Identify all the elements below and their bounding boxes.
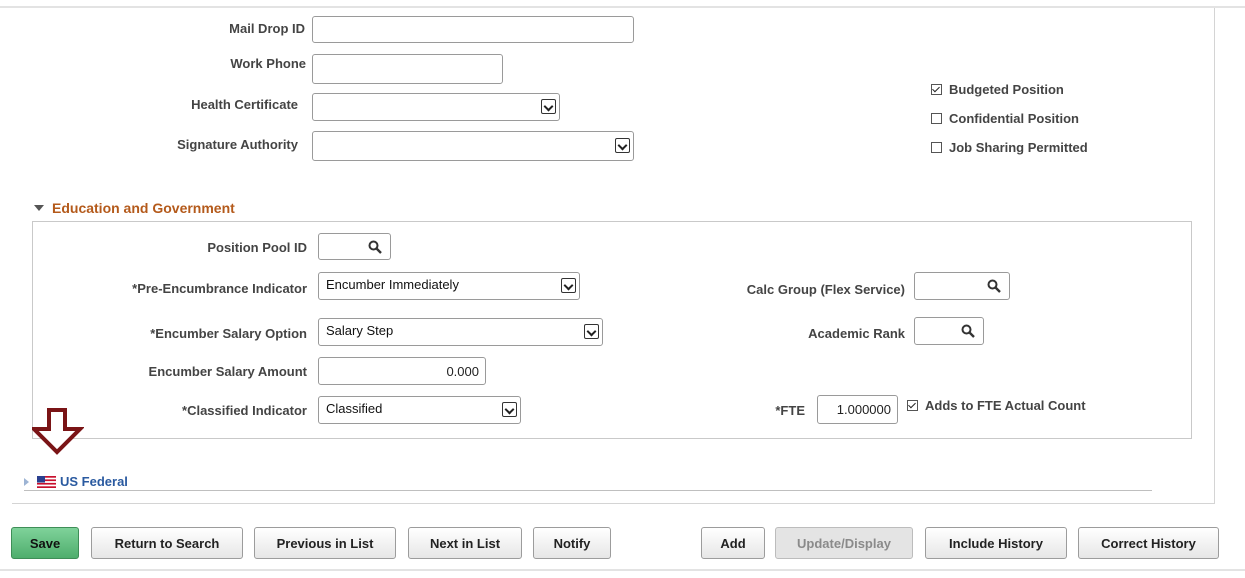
notify-button[interactable]: Notify [533, 527, 611, 559]
encumber-salary-option-label: *Encumber Salary Option [150, 326, 307, 341]
encumber-salary-option-value: Salary Step [326, 323, 394, 338]
save-button[interactable]: Save [11, 527, 79, 559]
adds-to-fte-label: Adds to FTE Actual Count [925, 398, 1086, 413]
include-history-button[interactable]: Include History [925, 527, 1067, 559]
mail-drop-id-label: Mail Drop ID [229, 21, 305, 36]
signature-authority-label: Signature Authority [177, 137, 298, 152]
job-sharing-permitted-label: Job Sharing Permitted [949, 140, 1088, 155]
signature-authority-select[interactable] [312, 131, 634, 161]
encumber-salary-amount-input[interactable] [318, 357, 486, 385]
chevron-down-icon [561, 278, 576, 293]
chevron-down-icon [584, 324, 599, 339]
update-display-button: Update/Display [775, 527, 913, 559]
magnifier-icon[interactable] [987, 279, 1001, 293]
chevron-down-icon [502, 402, 517, 417]
work-phone-label: Work Phone [230, 56, 306, 71]
chevron-down-icon [541, 99, 556, 114]
position-pool-id-input[interactable] [318, 233, 391, 260]
previous-in-list-button[interactable]: Previous in List [254, 527, 396, 559]
work-phone-input[interactable] [312, 54, 503, 84]
fte-input[interactable] [817, 395, 898, 424]
classified-indicator-select[interactable]: Classified [318, 396, 521, 424]
calc-group-label: Calc Group (Flex Service) [746, 282, 905, 297]
return-to-search-button[interactable]: Return to Search [91, 527, 243, 559]
confidential-position-checkbox[interactable]: Confidential Position [931, 111, 1079, 126]
classified-indicator-value: Classified [326, 401, 383, 416]
us-flag-icon [37, 475, 56, 488]
down-arrow-icon [32, 408, 84, 455]
chevron-down-icon [615, 138, 630, 153]
expand-triangle-icon [24, 477, 29, 486]
collapse-triangle-icon [34, 205, 44, 211]
fte-label: *FTE [775, 403, 805, 418]
checkbox-checked-icon[interactable] [931, 84, 942, 95]
us-federal-toggle[interactable]: US Federal [24, 474, 128, 489]
us-federal-divider [24, 490, 1152, 491]
magnifier-icon[interactable] [961, 324, 975, 338]
health-certificate-label: Health Certificate [191, 97, 298, 112]
checkbox-icon[interactable] [931, 142, 942, 153]
education-government-title: Education and Government [52, 200, 235, 216]
health-certificate-select[interactable] [312, 93, 560, 121]
checkbox-icon[interactable] [931, 113, 942, 124]
encumber-salary-option-select[interactable]: Salary Step [318, 318, 603, 346]
education-government-toggle[interactable]: Education and Government [34, 200, 235, 216]
budgeted-position-checkbox[interactable]: Budgeted Position [931, 82, 1064, 97]
encumber-salary-amount-label: Encumber Salary Amount [148, 364, 307, 379]
add-button[interactable]: Add [701, 527, 765, 559]
adds-to-fte-checkbox[interactable]: Adds to FTE Actual Count [907, 398, 1086, 413]
bottom-divider [0, 569, 1245, 571]
pre-encumbrance-label: *Pre-Encumbrance Indicator [132, 281, 307, 296]
academic-rank-label: Academic Rank [808, 326, 905, 341]
confidential-position-label: Confidential Position [949, 111, 1079, 126]
budgeted-position-label: Budgeted Position [949, 82, 1064, 97]
mail-drop-id-input[interactable] [312, 16, 634, 43]
pre-encumbrance-value: Encumber Immediately [326, 277, 459, 292]
checkbox-checked-icon[interactable] [907, 400, 918, 411]
next-in-list-button[interactable]: Next in List [408, 527, 522, 559]
calc-group-input[interactable] [914, 272, 1010, 300]
pre-encumbrance-select[interactable]: Encumber Immediately [318, 272, 580, 300]
correct-history-button[interactable]: Correct History [1078, 527, 1219, 559]
job-sharing-permitted-checkbox[interactable]: Job Sharing Permitted [931, 140, 1088, 155]
position-pool-id-label: Position Pool ID [207, 240, 307, 255]
magnifier-icon[interactable] [368, 240, 382, 254]
us-federal-title: US Federal [60, 474, 128, 489]
academic-rank-input[interactable] [914, 317, 984, 345]
classified-indicator-label: *Classified Indicator [182, 403, 307, 418]
